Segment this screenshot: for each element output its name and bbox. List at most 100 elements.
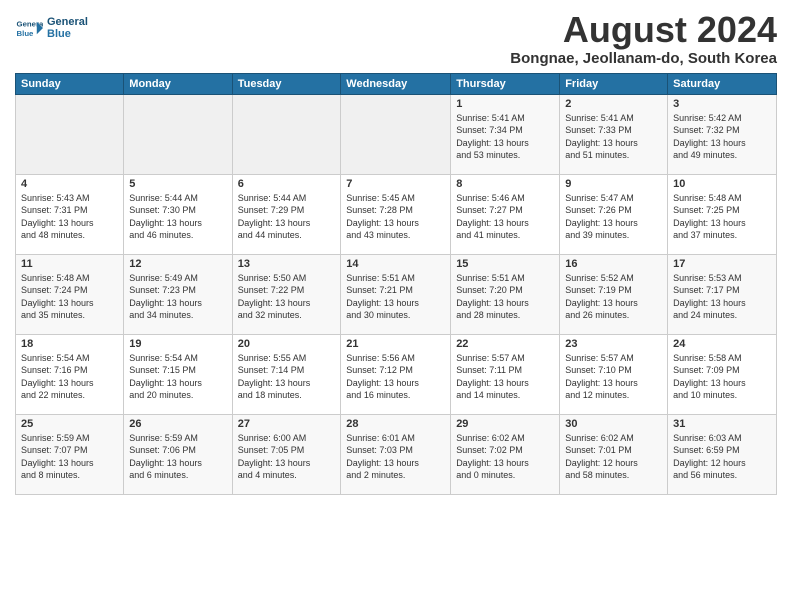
day-number: 15 <box>456 258 554 270</box>
day-content: Sunrise: 5:57 AM Sunset: 7:11 PM Dayligh… <box>456 352 554 402</box>
day-content: Sunrise: 5:46 AM Sunset: 7:27 PM Dayligh… <box>456 192 554 242</box>
calendar-cell: 28 Sunrise: 6:01 AM Sunset: 7:03 PM Dayli… <box>341 414 451 494</box>
day-number: 6 <box>238 178 336 190</box>
calendar-cell: 19Sunrise: 5:54 AM Sunset: 7:15 PM Dayli… <box>124 334 232 414</box>
day-content: Sunrise: 5:57 AM Sunset: 7:10 PM Dayligh… <box>565 352 662 402</box>
day-number: 5 <box>129 178 226 190</box>
subtitle: Bongnae, Jeollanam-do, South Korea <box>510 50 777 67</box>
calendar-cell: 16Sunrise: 5:52 AM Sunset: 7:19 PM Dayli… <box>560 254 668 334</box>
day-number: 17 <box>673 258 771 270</box>
calendar-cell: 20 Sunrise: 5:55 AM Sunset: 7:14 PM Dayli… <box>232 334 341 414</box>
calendar-cell: 26Sunrise: 5:59 AM Sunset: 7:06 PM Dayli… <box>124 414 232 494</box>
day-content: Sunrise: 5:44 AM Sunset: 7:30 PM Dayligh… <box>129 192 226 242</box>
calendar-cell: 25Sunrise: 5:59 AM Sunset: 7:07 PM Dayli… <box>16 414 124 494</box>
calendar-cell: 24 Sunrise: 5:58 AM Sunset: 7:09 PM Dayli… <box>668 334 777 414</box>
day-number: 22 <box>456 338 554 350</box>
day-content: Sunrise: 5:58 AM Sunset: 7:09 PM Dayligh… <box>673 352 771 402</box>
calendar-cell <box>16 94 124 174</box>
day-content: Sunrise: 5:48 AM Sunset: 7:25 PM Dayligh… <box>673 192 771 242</box>
day-content: Sunrise: 6:02 AM Sunset: 7:02 PM Dayligh… <box>456 432 554 482</box>
day-number: 23 <box>565 338 662 350</box>
week-row-3: 11 Sunrise: 5:48 AM Sunset: 7:24 PM Dayli… <box>16 254 777 334</box>
day-number: 2 <box>565 98 662 110</box>
calendar-cell: 15 Sunrise: 5:51 AM Sunset: 7:20 PM Dayli… <box>451 254 560 334</box>
calendar-cell: 31Sunrise: 6:03 AM Sunset: 6:59 PM Dayli… <box>668 414 777 494</box>
page-container: General Blue General Blue August 2024 Bo… <box>0 0 792 612</box>
day-content: Sunrise: 5:59 AM Sunset: 7:06 PM Dayligh… <box>129 432 226 482</box>
calendar-cell: 14 Sunrise: 5:51 AM Sunset: 7:21 PM Dayli… <box>341 254 451 334</box>
day-number: 4 <box>21 178 118 190</box>
calendar-cell: 23 Sunrise: 5:57 AM Sunset: 7:10 PM Dayli… <box>560 334 668 414</box>
day-number: 11 <box>21 258 118 270</box>
calendar-cell: 6 Sunrise: 5:44 AM Sunset: 7:29 PM Daylig… <box>232 174 341 254</box>
day-number: 27 <box>238 418 336 430</box>
day-number: 21 <box>346 338 445 350</box>
header: General Blue General Blue August 2024 Bo… <box>15 10 777 67</box>
calendar-cell: 10Sunrise: 5:48 AM Sunset: 7:25 PM Dayli… <box>668 174 777 254</box>
day-number: 28 <box>346 418 445 430</box>
calendar-cell: 4 Sunrise: 5:43 AM Sunset: 7:31 PM Daylig… <box>16 174 124 254</box>
day-number: 14 <box>346 258 445 270</box>
calendar-cell: 21 Sunrise: 5:56 AM Sunset: 7:12 PM Dayli… <box>341 334 451 414</box>
calendar-cell: 9 Sunrise: 5:47 AM Sunset: 7:26 PM Daylig… <box>560 174 668 254</box>
day-content: Sunrise: 5:43 AM Sunset: 7:31 PM Dayligh… <box>21 192 118 242</box>
calendar: SundayMondayTuesdayWednesdayThursdayFrid… <box>15 73 777 495</box>
week-row-4: 18 Sunrise: 5:54 AM Sunset: 7:16 PM Dayli… <box>16 334 777 414</box>
weekday-sunday: Sunday <box>16 73 124 94</box>
day-number: 20 <box>238 338 336 350</box>
day-number: 29 <box>456 418 554 430</box>
day-number: 1 <box>456 98 554 110</box>
svg-text:Blue: Blue <box>17 29 35 38</box>
logo-line2: Blue <box>47 28 88 40</box>
day-content: Sunrise: 5:41 AM Sunset: 7:33 PM Dayligh… <box>565 112 662 162</box>
day-content: Sunrise: 5:42 AM Sunset: 7:32 PM Dayligh… <box>673 112 771 162</box>
calendar-cell: 7 Sunrise: 5:45 AM Sunset: 7:28 PM Daylig… <box>341 174 451 254</box>
week-row-2: 4 Sunrise: 5:43 AM Sunset: 7:31 PM Daylig… <box>16 174 777 254</box>
day-number: 7 <box>346 178 445 190</box>
weekday-header-row: SundayMondayTuesdayWednesdayThursdayFrid… <box>16 73 777 94</box>
calendar-cell: 1 Sunrise: 5:41 AM Sunset: 7:34 PM Daylig… <box>451 94 560 174</box>
day-number: 3 <box>673 98 771 110</box>
calendar-cell <box>232 94 341 174</box>
day-content: Sunrise: 5:41 AM Sunset: 7:34 PM Dayligh… <box>456 112 554 162</box>
logo: General Blue General Blue <box>15 14 88 42</box>
day-content: Sunrise: 5:56 AM Sunset: 7:12 PM Dayligh… <box>346 352 445 402</box>
day-content: Sunrise: 5:44 AM Sunset: 7:29 PM Dayligh… <box>238 192 336 242</box>
calendar-cell: 22 Sunrise: 5:57 AM Sunset: 7:11 PM Dayli… <box>451 334 560 414</box>
day-content: Sunrise: 6:02 AM Sunset: 7:01 PM Dayligh… <box>565 432 662 482</box>
logo-icon: General Blue <box>15 14 43 42</box>
day-content: Sunrise: 5:48 AM Sunset: 7:24 PM Dayligh… <box>21 272 118 322</box>
weekday-tuesday: Tuesday <box>232 73 341 94</box>
day-content: Sunrise: 5:47 AM Sunset: 7:26 PM Dayligh… <box>565 192 662 242</box>
weekday-thursday: Thursday <box>451 73 560 94</box>
weekday-saturday: Saturday <box>668 73 777 94</box>
day-content: Sunrise: 5:49 AM Sunset: 7:23 PM Dayligh… <box>129 272 226 322</box>
calendar-cell: 8Sunrise: 5:46 AM Sunset: 7:27 PM Daylig… <box>451 174 560 254</box>
day-content: Sunrise: 5:45 AM Sunset: 7:28 PM Dayligh… <box>346 192 445 242</box>
day-number: 9 <box>565 178 662 190</box>
day-content: Sunrise: 5:55 AM Sunset: 7:14 PM Dayligh… <box>238 352 336 402</box>
logo-line1: General <box>47 16 88 28</box>
day-content: Sunrise: 5:50 AM Sunset: 7:22 PM Dayligh… <box>238 272 336 322</box>
day-number: 31 <box>673 418 771 430</box>
day-content: Sunrise: 5:51 AM Sunset: 7:20 PM Dayligh… <box>456 272 554 322</box>
day-content: Sunrise: 5:54 AM Sunset: 7:15 PM Dayligh… <box>129 352 226 402</box>
day-content: Sunrise: 5:51 AM Sunset: 7:21 PM Dayligh… <box>346 272 445 322</box>
title-area: August 2024 Bongnae, Jeollanam-do, South… <box>510 10 777 67</box>
day-number: 18 <box>21 338 118 350</box>
day-number: 12 <box>129 258 226 270</box>
calendar-cell: 30 Sunrise: 6:02 AM Sunset: 7:01 PM Dayli… <box>560 414 668 494</box>
calendar-cell: 5 Sunrise: 5:44 AM Sunset: 7:30 PM Daylig… <box>124 174 232 254</box>
calendar-cell: 17 Sunrise: 5:53 AM Sunset: 7:17 PM Dayli… <box>668 254 777 334</box>
week-row-1: 1 Sunrise: 5:41 AM Sunset: 7:34 PM Daylig… <box>16 94 777 174</box>
weekday-friday: Friday <box>560 73 668 94</box>
day-content: Sunrise: 5:52 AM Sunset: 7:19 PM Dayligh… <box>565 272 662 322</box>
calendar-cell: 27Sunrise: 6:00 AM Sunset: 7:05 PM Dayli… <box>232 414 341 494</box>
day-number: 24 <box>673 338 771 350</box>
day-number: 30 <box>565 418 662 430</box>
calendar-cell: 11 Sunrise: 5:48 AM Sunset: 7:24 PM Dayli… <box>16 254 124 334</box>
day-number: 13 <box>238 258 336 270</box>
day-content: Sunrise: 6:01 AM Sunset: 7:03 PM Dayligh… <box>346 432 445 482</box>
day-content: Sunrise: 5:54 AM Sunset: 7:16 PM Dayligh… <box>21 352 118 402</box>
day-content: Sunrise: 5:53 AM Sunset: 7:17 PM Dayligh… <box>673 272 771 322</box>
